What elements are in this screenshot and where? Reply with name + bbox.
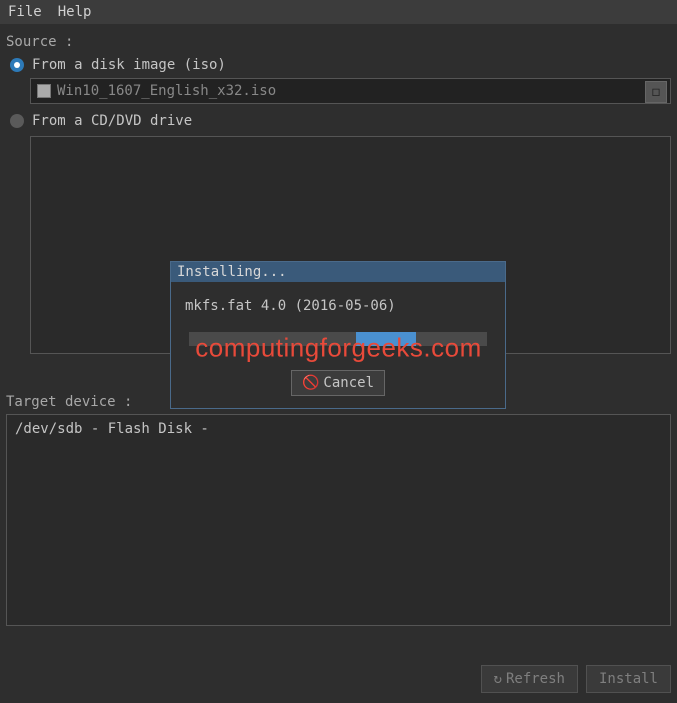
target-device-list[interactable]: /dev/sdb - Flash Disk - xyxy=(6,414,671,626)
stop-icon: 🚫 xyxy=(302,375,319,391)
iso-file-input[interactable]: Win10_1607_English_x32.iso ◻ xyxy=(30,78,671,104)
menubar: File Help xyxy=(0,0,677,24)
installing-dialog: Installing... mkfs.fat 4.0 (2016-05-06) … xyxy=(170,261,506,409)
cancel-button[interactable]: 🚫 Cancel xyxy=(291,370,385,396)
iso-file-name: Win10_1607_English_x32.iso xyxy=(57,83,664,99)
install-label: Install xyxy=(599,671,658,687)
progress-fill xyxy=(356,332,416,346)
dialog-message: mkfs.fat 4.0 (2016-05-06) xyxy=(185,298,491,314)
install-button[interactable]: Install xyxy=(586,665,671,693)
refresh-icon: ↻ xyxy=(494,671,502,687)
radio-from-iso[interactable]: From a disk image (iso) xyxy=(6,54,671,76)
progress-bar xyxy=(189,332,487,346)
menu-file[interactable]: File xyxy=(8,4,42,20)
refresh-label: Refresh xyxy=(506,671,565,687)
browse-button[interactable]: ◻ xyxy=(645,81,667,103)
menu-help[interactable]: Help xyxy=(58,4,92,20)
radio-from-cd[interactable]: From a CD/DVD drive xyxy=(6,110,671,132)
radio-from-cd-label: From a CD/DVD drive xyxy=(32,113,192,129)
cancel-label: Cancel xyxy=(323,375,374,391)
radio-icon xyxy=(10,114,24,128)
radio-icon xyxy=(10,58,24,72)
action-buttons: ↻ Refresh Install xyxy=(481,665,671,693)
source-label: Source : xyxy=(6,34,671,50)
list-item[interactable]: /dev/sdb - Flash Disk - xyxy=(7,415,670,443)
dialog-title: Installing... xyxy=(171,262,505,282)
radio-from-iso-label: From a disk image (iso) xyxy=(32,57,226,73)
dialog-body: mkfs.fat 4.0 (2016-05-06) 🚫 Cancel xyxy=(171,282,505,408)
refresh-button[interactable]: ↻ Refresh xyxy=(481,665,578,693)
disk-icon xyxy=(37,84,51,98)
folder-icon: ◻ xyxy=(652,84,660,100)
